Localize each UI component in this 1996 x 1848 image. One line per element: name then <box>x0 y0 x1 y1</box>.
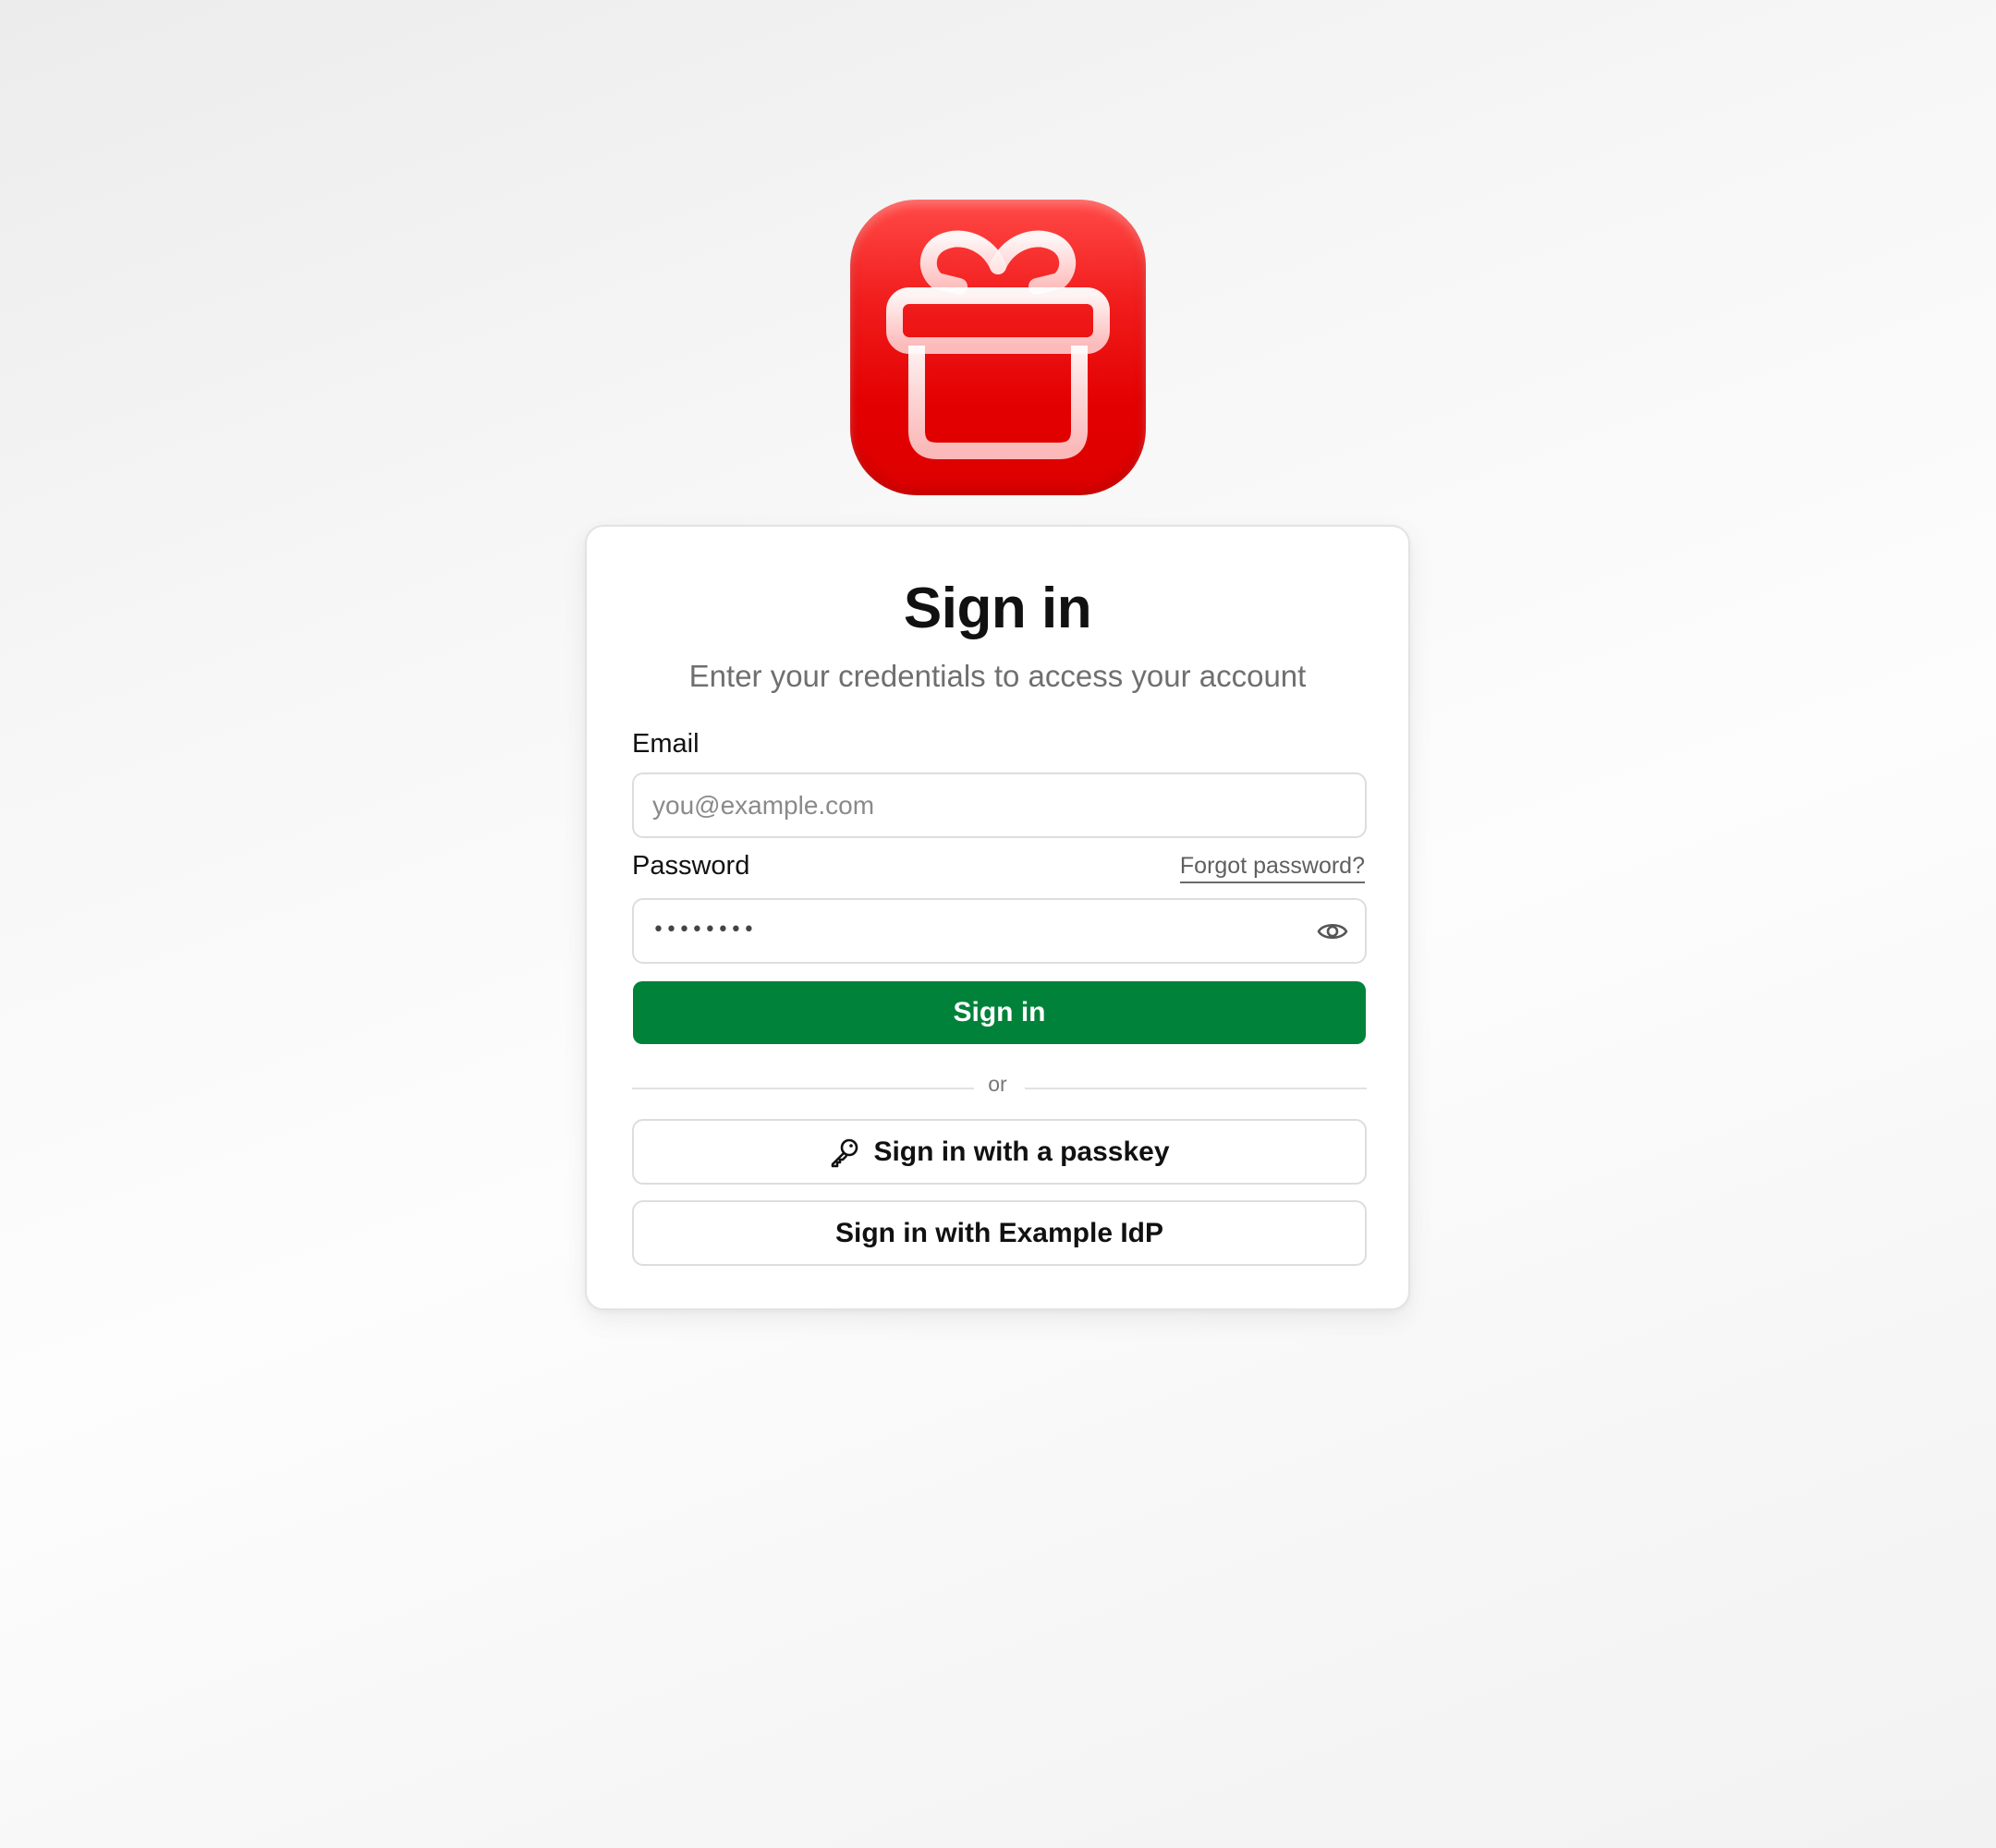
signin-card: Sign in Enter your credentials to access… <box>585 525 1410 1310</box>
gift-icon <box>850 200 1146 495</box>
forgot-password-link[interactable]: Forgot password? <box>1179 852 1365 883</box>
email-field[interactable] <box>652 774 1299 836</box>
key-icon <box>829 1137 860 1168</box>
email-label: Email <box>632 729 700 759</box>
divider-right <box>1025 1088 1367 1089</box>
password-field[interactable]: •••••••• <box>632 898 1367 964</box>
divider-or: or <box>988 1072 1007 1096</box>
sign-in-button[interactable]: Sign in <box>633 981 1366 1044</box>
passkey-button[interactable]: Sign in with a passkey <box>632 1119 1367 1185</box>
password-masked-value: •••••••• <box>652 918 756 942</box>
page-title: Sign in <box>903 577 1092 640</box>
page-subtitle: Enter your credentials to access your ac… <box>688 659 1307 693</box>
idp-button-label: Sign in with Example IdP <box>834 1217 1164 1248</box>
passkey-button-label: Sign in with a passkey <box>873 1136 1170 1167</box>
eye-icon[interactable] <box>1317 917 1348 946</box>
password-label: Password <box>632 851 750 881</box>
login-page: Sign in Enter your credentials to access… <box>0 0 1996 1848</box>
email-field-container <box>632 772 1367 838</box>
idp-signin-button[interactable]: Sign in with Example IdP <box>632 1200 1367 1266</box>
